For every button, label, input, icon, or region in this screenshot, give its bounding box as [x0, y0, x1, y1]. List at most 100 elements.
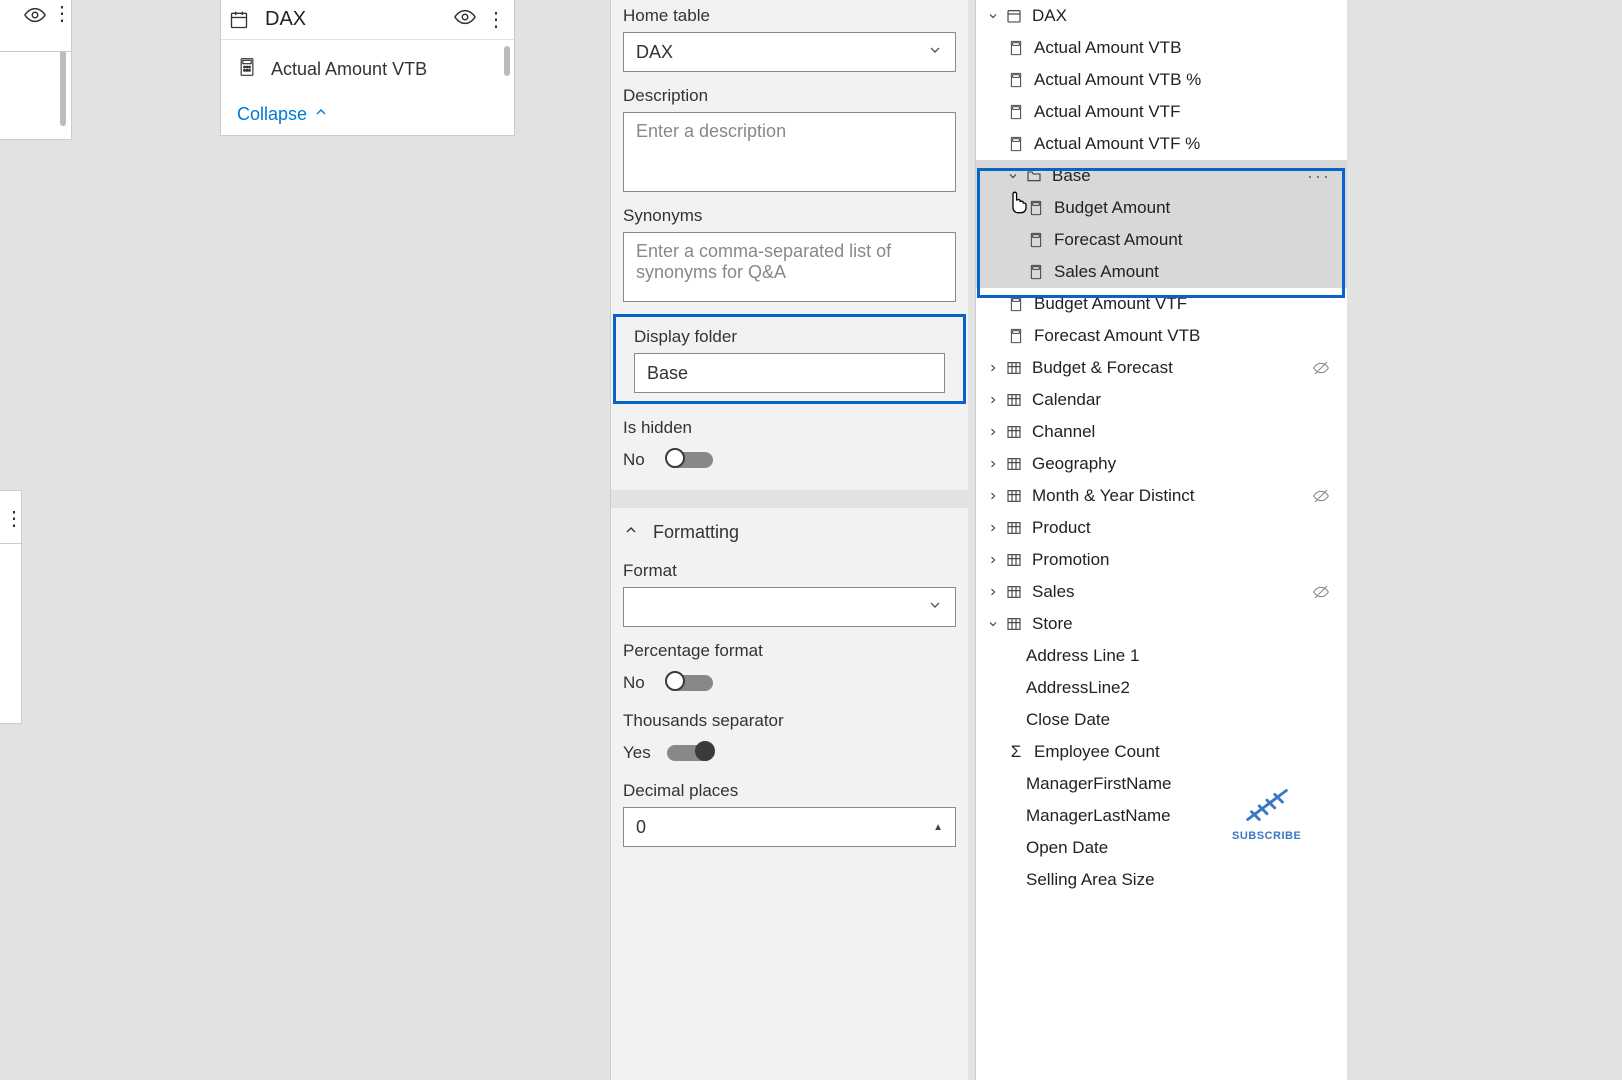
- stray-scrollbar[interactable]: [60, 44, 66, 126]
- home-table-select[interactable]: DAX: [623, 32, 956, 72]
- eye-icon[interactable]: [454, 6, 476, 33]
- column-item[interactable]: AddressLine2: [976, 672, 1347, 704]
- folder-base[interactable]: Base ···: [976, 160, 1347, 192]
- more-icon[interactable]: ⋮: [52, 4, 72, 24]
- measure-item[interactable]: Forecast Amount: [976, 224, 1347, 256]
- measure-icon: [1006, 40, 1026, 56]
- measure-label: Actual Amount VTF: [1034, 102, 1337, 122]
- card-scrollbar[interactable]: [504, 46, 510, 76]
- chevron-right-icon: [986, 554, 1000, 566]
- synonyms-input[interactable]: Enter a comma-separated list of synonyms…: [623, 232, 956, 302]
- display-folder-highlight: Display folder Base: [613, 314, 966, 404]
- measure-item[interactable]: Budget Amount: [976, 192, 1347, 224]
- dax-card-header[interactable]: DAX ⋮: [221, 0, 514, 40]
- stray-card-header: ⋮: [0, 0, 72, 52]
- column-item[interactable]: Selling Area Size: [976, 864, 1347, 896]
- table-item[interactable]: Promotion: [976, 544, 1347, 576]
- measure-item[interactable]: Budget Amount VTF: [976, 288, 1347, 320]
- table-dax[interactable]: DAX: [976, 0, 1347, 32]
- synonyms-placeholder: Enter a comma-separated list of synonyms…: [636, 241, 891, 282]
- spin-arrows-icon[interactable]: ▲: [933, 822, 943, 833]
- column-item[interactable]: Σ Employee Count: [976, 736, 1347, 768]
- thousands-separator-row: Yes: [611, 737, 968, 777]
- table-label: Store: [1032, 614, 1337, 634]
- properties-panel: Home table DAX Description Enter a descr…: [610, 0, 968, 1080]
- measure-label: Forecast Amount VTB: [1034, 326, 1337, 346]
- thousands-separator-value: Yes: [623, 743, 653, 763]
- measure-row[interactable]: Actual Amount VTB: [231, 48, 504, 90]
- table-store[interactable]: Store: [976, 608, 1347, 640]
- measure-label: Budget Amount VTF: [1034, 294, 1337, 314]
- chevron-up-icon: [623, 522, 639, 543]
- table-item[interactable]: Geography: [976, 448, 1347, 480]
- calendar-table-icon: [229, 10, 249, 30]
- measure-item[interactable]: Actual Amount VTF %: [976, 128, 1347, 160]
- collapse-label: Collapse: [237, 104, 307, 125]
- measure-icon: [1026, 264, 1046, 280]
- table-icon: [1004, 584, 1024, 600]
- format-select[interactable]: [623, 587, 956, 627]
- decimal-places-input[interactable]: 0 ▲: [623, 807, 956, 847]
- measure-icon: [237, 57, 257, 82]
- chevron-right-icon: [986, 522, 1000, 534]
- measure-item[interactable]: Actual Amount VTB %: [976, 64, 1347, 96]
- more-icon[interactable]: ⋮: [4, 509, 24, 529]
- table-label: Calendar: [1032, 390, 1337, 410]
- column-item[interactable]: Address Line 1: [976, 640, 1347, 672]
- more-icon[interactable]: ···: [1307, 166, 1337, 187]
- base-folder-group: Base ··· Budget Amount Forecast Amount S…: [976, 160, 1347, 288]
- chevron-right-icon: [986, 394, 1000, 406]
- measure-icon: [1006, 328, 1026, 344]
- hidden-icon: [1313, 488, 1337, 504]
- description-placeholder: Enter a description: [636, 121, 786, 141]
- measure-icon: [1026, 232, 1046, 248]
- table-item[interactable]: Product: [976, 512, 1347, 544]
- description-input[interactable]: Enter a description: [623, 112, 956, 192]
- home-table-value: DAX: [636, 42, 673, 63]
- measure-item[interactable]: Actual Amount VTF: [976, 96, 1347, 128]
- table-item[interactable]: Channel: [976, 416, 1347, 448]
- measure-item[interactable]: Forecast Amount VTB: [976, 320, 1347, 352]
- subscribe-label: SUBSCRIBE: [1232, 830, 1301, 842]
- measure-label: Sales Amount: [1054, 262, 1337, 282]
- measure-item[interactable]: Actual Amount VTB: [976, 32, 1347, 64]
- table-item[interactable]: Calendar: [976, 384, 1347, 416]
- measure-label: Actual Amount VTB: [271, 59, 427, 80]
- is-hidden-value: No: [623, 450, 653, 470]
- column-label: Close Date: [1026, 710, 1337, 730]
- measure-label: Forecast Amount: [1054, 230, 1337, 250]
- table-icon: [1004, 456, 1024, 472]
- table-icon: [1004, 488, 1024, 504]
- more-icon[interactable]: ⋮: [486, 10, 506, 30]
- chevron-right-icon: [986, 362, 1000, 374]
- table-label: Promotion: [1032, 550, 1337, 570]
- table-label: DAX: [1032, 6, 1337, 26]
- display-folder-input[interactable]: Base: [634, 353, 945, 393]
- is-hidden-toggle[interactable]: [667, 452, 713, 468]
- decimal-places-label: Decimal places: [611, 781, 968, 801]
- stray-card-mid: ⋮: [0, 490, 22, 544]
- percentage-format-value: No: [623, 673, 653, 693]
- measure-icon: [1006, 136, 1026, 152]
- formatting-section-header[interactable]: Formatting: [611, 508, 968, 547]
- measure-label: Actual Amount VTF %: [1034, 134, 1337, 154]
- thousands-separator-label: Thousands separator: [611, 711, 968, 731]
- subscribe-badge[interactable]: SUBSCRIBE: [1232, 782, 1301, 842]
- table-item[interactable]: Budget & Forecast: [976, 352, 1347, 384]
- synonyms-label: Synonyms: [611, 206, 968, 226]
- thousands-separator-toggle[interactable]: [667, 745, 713, 761]
- eye-icon[interactable]: [24, 4, 46, 31]
- formatting-label: Formatting: [653, 522, 739, 543]
- table-item[interactable]: Sales: [976, 576, 1347, 608]
- column-item[interactable]: Close Date: [976, 704, 1347, 736]
- collapse-link[interactable]: Collapse: [221, 98, 514, 135]
- percentage-format-toggle[interactable]: [667, 675, 713, 691]
- table-label: Product: [1032, 518, 1337, 538]
- measure-icon: [1006, 104, 1026, 120]
- table-item[interactable]: Month & Year Distinct: [976, 480, 1347, 512]
- decimal-places-value: 0: [636, 817, 646, 838]
- column-label: AddressLine2: [1026, 678, 1337, 698]
- measure-item[interactable]: Sales Amount: [976, 256, 1347, 288]
- measure-icon: [1006, 296, 1026, 312]
- measure-label: Actual Amount VTB: [1034, 38, 1337, 58]
